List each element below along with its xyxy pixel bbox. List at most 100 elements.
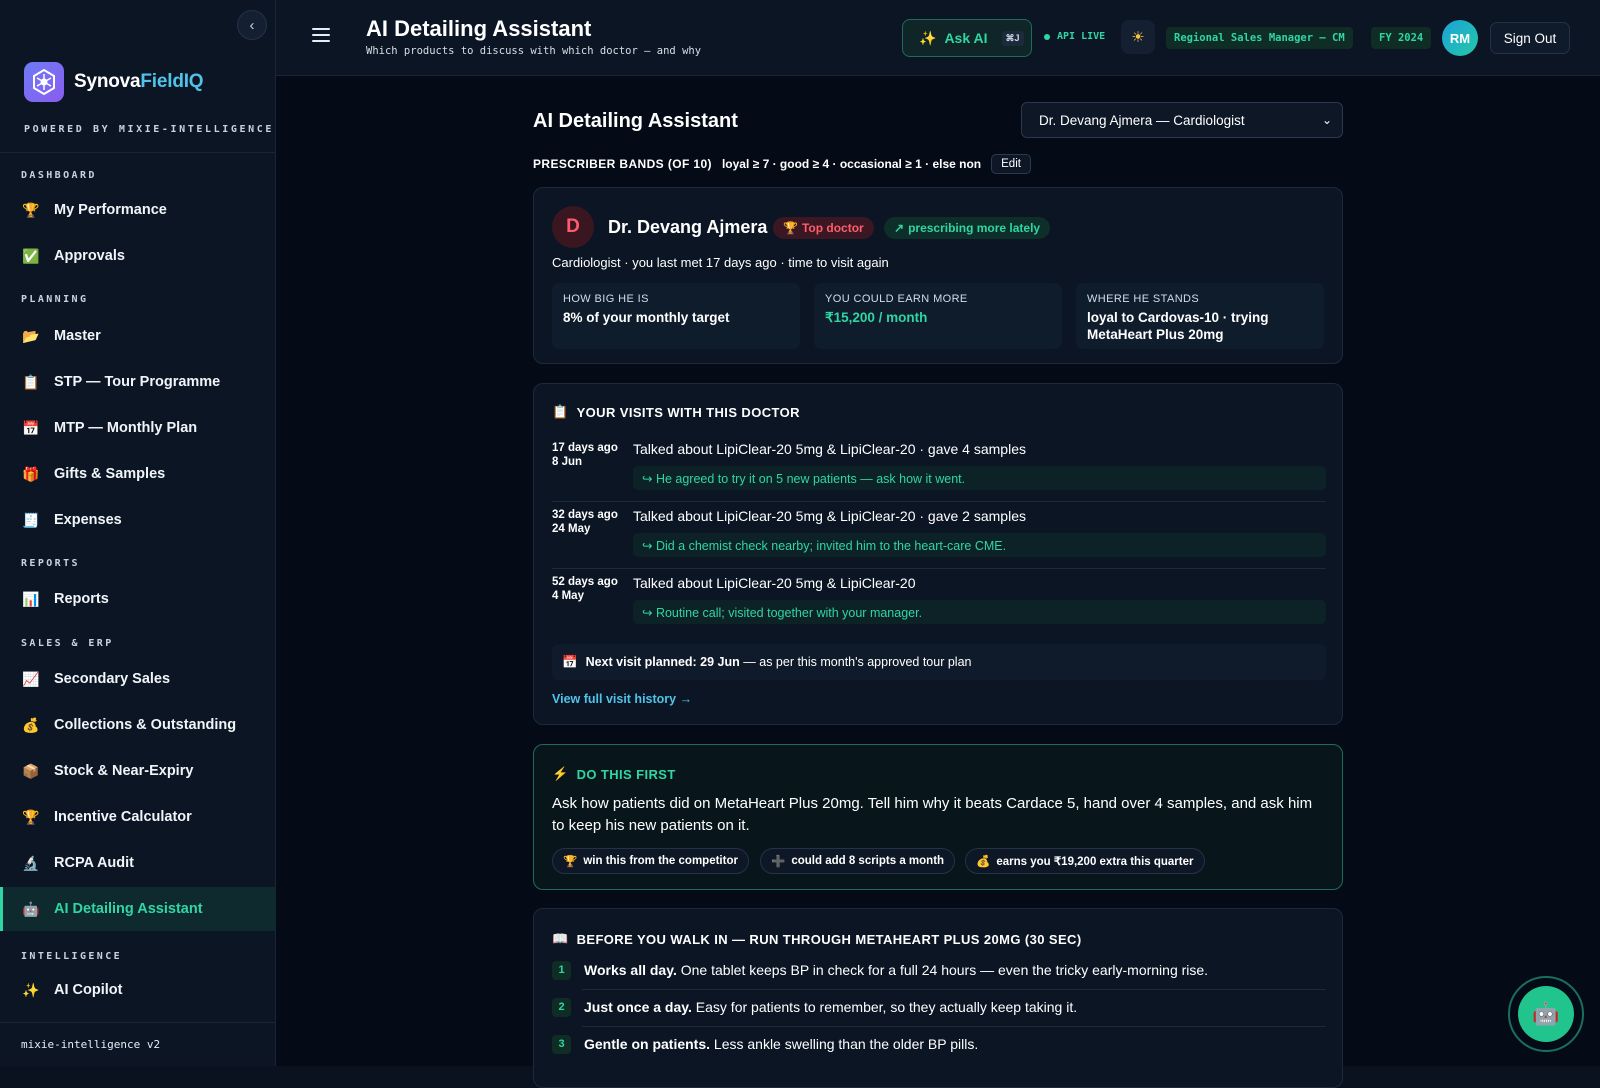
visit-when: 32 days ago 24 May	[552, 509, 618, 535]
visit-summary: Talked about LipiClear-20 5mg & LipiClea…	[633, 508, 1026, 524]
doctor-name: Dr. Devang Ajmera	[608, 217, 768, 237]
sun-icon: ☀	[1131, 29, 1145, 46]
do-first-heading: ⚡ DO THIS FIRST	[552, 766, 676, 782]
trophy-icon: 🏆	[783, 221, 798, 235]
benefit-chip: 🏆 win this from the competitor	[552, 848, 749, 874]
book-icon: 📖	[552, 931, 569, 946]
sidebar-item-reports[interactable]: 📊 Reports	[0, 577, 276, 621]
money-bag-icon: 💰	[22, 716, 40, 733]
talking-point: 2 Just once a day. Easy for patients to r…	[552, 992, 1326, 1022]
shortcut-hint: ⌘J	[1001, 30, 1024, 46]
clipboard-icon: 📋	[22, 373, 40, 390]
top-doctor-badge: 🏆 Top doctor	[773, 217, 874, 239]
sign-out-button[interactable]: Sign Out	[1490, 22, 1570, 54]
calendar-icon: 📅	[562, 654, 578, 669]
divider	[582, 1026, 1326, 1027]
visit-when: 17 days ago 8 Jun	[552, 442, 618, 468]
sidebar-item-secondary-sales[interactable]: 📈 Secondary Sales	[0, 657, 276, 701]
stat-standing: WHERE HE STANDS loyal to Cardovas-10 · tr…	[1076, 283, 1324, 349]
content-heading: AI Detailing Assistant	[533, 110, 738, 132]
role-badge: Regional Sales Manager — CM	[1166, 27, 1353, 49]
main-content: AI Detailing Assistant Dr. Devang Ajmera…	[276, 76, 1600, 1088]
divider	[0, 152, 276, 153]
assistant-fab[interactable]: 🤖	[1508, 976, 1584, 1052]
next-visit-banner: 📅 Next visit planned: 29 Jun — as per th…	[552, 644, 1326, 680]
check-icon: ✅	[22, 247, 40, 264]
stat-size: HOW BIG HE IS 8% of your monthly target	[552, 283, 800, 349]
visit-note: ↪ Did a chemist check nearby; invited hi…	[633, 533, 1326, 557]
bands-label: PRESCRIBER BANDS (OF 10)	[533, 157, 712, 171]
sidebar-item-ai-copilot[interactable]: ✨ AI Copilot	[0, 968, 276, 1012]
benefit-chip: ➕ could add 8 scripts a month	[760, 848, 956, 874]
sidebar-item-approvals[interactable]: ✅ Approvals	[0, 234, 276, 278]
gift-icon: 🎁	[22, 465, 40, 482]
trophy-icon: 🏆	[563, 856, 578, 868]
sidebar: ‹ SynovaFieldIQ POWERED BY MIXIE-INTELLI…	[0, 0, 276, 1066]
sidebar-item-collections[interactable]: 💰 Collections & Outstanding	[0, 703, 276, 747]
sidebar-item-my-performance[interactable]: 🏆 My Performance	[0, 188, 276, 232]
section-planning: PLANNING	[21, 294, 89, 305]
page-title: AI Detailing Assistant	[366, 16, 592, 41]
visit-summary: Talked about LipiClear-20 5mg & LipiClea…	[633, 575, 916, 591]
avatar[interactable]: RM	[1442, 20, 1478, 56]
chevron-left-icon: ‹	[249, 16, 255, 34]
section-intelligence: INTELLIGENCE	[21, 951, 123, 962]
stat-earn-more: YOU COULD EARN MORE ₹15,200 / month	[814, 283, 1062, 349]
theme-toggle-button[interactable]: ☀	[1121, 20, 1155, 54]
divider	[582, 989, 1326, 990]
page-subtitle: Which products to discuss with which doc…	[366, 45, 702, 57]
section-sales-erp: SALES & ERP	[21, 638, 114, 649]
divider	[552, 501, 1326, 502]
visit-summary: Talked about LipiClear-20 5mg & LipiClea…	[633, 441, 1026, 457]
powered-by: POWERED BY MIXIE-INTELLIGENCE	[24, 124, 274, 135]
doctor-meta: Cardiologist · you last met 17 days ago …	[552, 255, 889, 270]
plus-icon: ➕	[771, 856, 786, 868]
visit-when: 52 days ago 4 May	[552, 576, 618, 602]
trophy-icon: 🏆	[22, 201, 40, 218]
brand[interactable]: SynovaFieldIQ	[24, 62, 204, 102]
receipt-icon: 🧾	[22, 511, 40, 528]
prescriber-bands: PRESCRIBER BANDS (OF 10) loyal ≥ 7 · goo…	[533, 154, 1031, 174]
sparkles-icon: ✨	[919, 29, 937, 46]
benefit-chip: 💰 earns you ₹19,200 extra this quarter	[965, 848, 1205, 874]
doctor-select[interactable]: Dr. Devang Ajmera — Cardiologist ⌄	[1021, 102, 1343, 138]
visit-history-link[interactable]: View full visit history →	[552, 692, 692, 706]
edit-bands-button[interactable]: Edit	[991, 154, 1031, 174]
ask-ai-button[interactable]: ✨ Ask AI ⌘J	[902, 19, 1032, 57]
brand-name: SynovaFieldIQ	[74, 71, 204, 92]
package-icon: 📦	[22, 762, 40, 779]
divider	[0, 1022, 276, 1023]
sidebar-item-master[interactable]: 📂 Master	[0, 314, 276, 358]
sidebar-item-incentive[interactable]: 🏆 Incentive Calculator	[0, 795, 276, 839]
section-reports: REPORTS	[21, 558, 80, 569]
sidebar-item-rcpa-audit[interactable]: 🔬 RCPA Audit	[0, 841, 276, 885]
sidebar-item-ai-detailing[interactable]: 🤖 AI Detailing Assistant	[0, 887, 276, 931]
talking-point: 3 Gentle on patients. Less ankle swelling…	[552, 1029, 1326, 1059]
section-dashboard: DASHBOARD	[21, 170, 97, 181]
money-bag-icon: 💰	[976, 856, 991, 868]
fiscal-year-badge: FY 2024	[1371, 27, 1432, 49]
visit-note: ↪ He agreed to try it on 5 new patients …	[633, 466, 1326, 490]
collapse-sidebar-button[interactable]: ‹	[237, 10, 267, 40]
sidebar-item-stp[interactable]: 📋 STP — Tour Programme	[0, 360, 276, 404]
trend-chart-icon: 📈	[22, 670, 40, 687]
visits-heading: 📋 YOUR VISITS WITH THIS DOCTOR	[552, 404, 800, 420]
sidebar-item-stock[interactable]: 📦 Stock & Near-Expiry	[0, 749, 276, 793]
sidebar-item-mtp[interactable]: 📅 MTP — Monthly Plan	[0, 406, 276, 450]
do-first-text: Ask how patients did on MetaHeart Plus 2…	[552, 795, 1313, 834]
logo-icon	[24, 62, 64, 102]
bar-chart-icon: 📊	[22, 590, 40, 607]
sidebar-item-gifts-samples[interactable]: 🎁 Gifts & Samples	[0, 452, 276, 496]
calendar-icon: 📅	[22, 419, 40, 436]
sparkles-icon: ✨	[22, 981, 40, 998]
status-dot-icon	[1044, 33, 1050, 40]
do-first-card: ⚡ DO THIS FIRST Ask how patients did on M…	[533, 744, 1343, 890]
talking-point: 1 Works all day. One tablet keeps BP in c…	[552, 955, 1326, 985]
doctor-avatar: D	[552, 206, 594, 248]
menu-icon[interactable]	[312, 28, 330, 42]
folder-icon: 📂	[22, 327, 40, 344]
divider	[552, 568, 1326, 569]
trend-up-icon: ↗	[894, 221, 905, 235]
walk-in-heading: 📖 BEFORE YOU WALK IN — RUN THROUGH METAHE…	[552, 931, 1082, 947]
sidebar-item-expenses[interactable]: 🧾 Expenses	[0, 498, 276, 542]
